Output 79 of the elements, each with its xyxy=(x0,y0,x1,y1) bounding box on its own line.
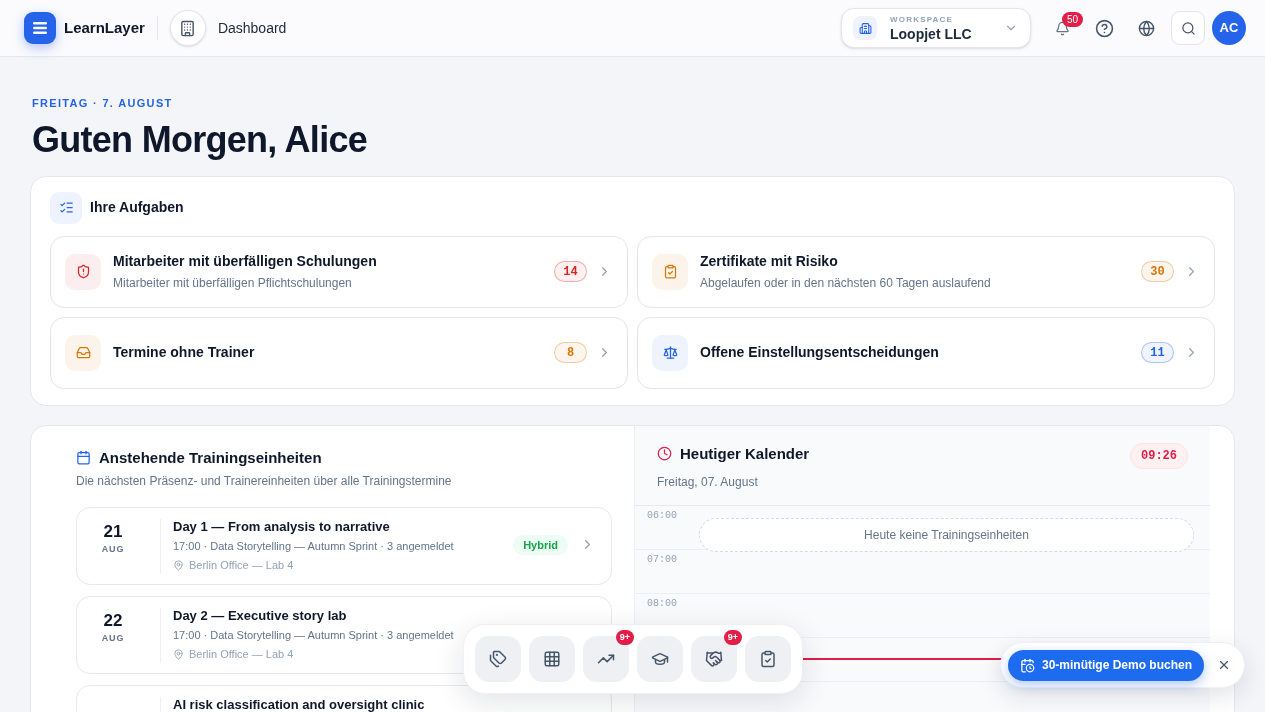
session-meta: 17:00 · Data Storytelling — Autumn Sprint · 3 angemeldet xyxy=(173,627,455,643)
task-title: Zertifikate mit Risiko xyxy=(700,252,839,271)
section-title: Anstehende Trainingseinheiten xyxy=(99,447,322,468)
shield-icon xyxy=(75,264,91,279)
session-item[interactable]: AI risk classification and oversight clinic xyxy=(76,684,612,712)
clipboard-icon xyxy=(662,264,678,279)
dock-badge: 9+ xyxy=(615,630,634,645)
hour-label: 06:00 xyxy=(647,509,677,523)
current-time: 09:26 xyxy=(1130,442,1188,469)
clipboard-icon xyxy=(759,650,777,668)
task-subtitle: Abgelaufen oder in den nächsten 60 Tagen auslaufend xyxy=(700,275,992,292)
book-demo-button[interactable]: 30-minütige Demo buchen xyxy=(1007,649,1204,681)
greeting-heading: Guten Morgen, Alice xyxy=(32,117,369,162)
checklist-icon xyxy=(50,191,82,224)
task-title: Termine ohne Trainer xyxy=(113,343,256,362)
session-day: 22 xyxy=(103,609,123,632)
session-month: AUG xyxy=(101,631,125,645)
graduation-cap-icon xyxy=(651,650,669,668)
session-month: AUG xyxy=(101,542,125,556)
location-pin-icon xyxy=(173,648,184,660)
inbox-icon xyxy=(75,345,91,360)
user-avatar[interactable]: AC xyxy=(1212,11,1246,45)
workspace-label: WORKSPACE xyxy=(890,15,955,24)
handshake-icon xyxy=(705,650,723,668)
globe-icon xyxy=(1137,19,1155,37)
section-title: Ihre Aufgaben xyxy=(90,198,184,217)
workspace-name: Loopjet LLC xyxy=(890,26,973,41)
calendar-clock-icon xyxy=(1019,657,1035,673)
notification-count: 50 xyxy=(1061,12,1083,27)
task-count: 14 xyxy=(554,261,587,282)
hour-label: 07:00 xyxy=(647,553,677,567)
section-subtitle: Die nächsten Präsenz- und Trainereinheiten über alle Trainingstermine xyxy=(76,472,453,489)
task-count: 30 xyxy=(1141,261,1174,282)
dock-button[interactable] xyxy=(691,636,737,682)
grid-icon xyxy=(543,650,561,668)
workspace-switcher[interactable]: WORKSPACE Loopjet LLC xyxy=(841,8,1031,48)
session-title: AI risk classification and oversight clinic xyxy=(173,696,426,712)
dock-badge: 9+ xyxy=(723,630,742,645)
task-title: Mitarbeiter mit überfälligen Schulungen xyxy=(113,252,378,271)
search-button[interactable] xyxy=(1171,11,1205,45)
task-count: 8 xyxy=(554,342,587,363)
task-item[interactable]: Termine ohne Trainer 8 xyxy=(50,316,628,389)
scale-icon xyxy=(662,345,678,360)
clock-icon xyxy=(657,446,672,462)
task-item[interactable]: Offene Einstellungsentscheidungen 11 xyxy=(637,316,1215,389)
session-title: Day 1 — From analysis to narrative xyxy=(173,518,391,535)
calendar-icon xyxy=(76,450,91,465)
building-icon[interactable] xyxy=(169,10,206,46)
search-icon xyxy=(1180,20,1196,36)
help-icon xyxy=(1094,18,1114,38)
dock-button[interactable] xyxy=(637,636,683,682)
session-day: 21 xyxy=(103,520,123,543)
session-title: Day 2 — Executive story lab xyxy=(173,607,348,624)
task-item[interactable]: Zertifikate mit Risiko Abgelaufen oder in den nächsten 60 Tagen auslaufend 30 xyxy=(637,235,1215,308)
building-icon xyxy=(853,16,877,40)
hour-label: 08:00 xyxy=(647,597,677,611)
session-location: Berlin Office — Lab 4 xyxy=(189,558,294,573)
dock-button[interactable] xyxy=(475,636,521,682)
dock-button[interactable] xyxy=(529,636,575,682)
close-icon xyxy=(1217,658,1231,672)
page-title: Dashboard xyxy=(217,18,287,38)
session-item[interactable]: 21 AUG Day 1 — From analysis to narrative 17:00 · Data Storytelling — Autumn Sprint · 3 angemeldet Berlin Office — Lab 4 Hybrid xyxy=(76,506,612,585)
tags-icon xyxy=(489,650,507,668)
dock-button[interactable] xyxy=(583,636,629,682)
logo-icon[interactable] xyxy=(24,12,56,44)
calendar-date: Freitag, 07. August xyxy=(657,474,759,491)
session-tag: Hybrid xyxy=(513,534,568,555)
session-meta: 17:00 · Data Storytelling — Autumn Sprint · 3 angemeldet xyxy=(173,538,455,554)
session-location: Berlin Office — Lab 4 xyxy=(189,647,294,662)
dock-button[interactable] xyxy=(745,636,791,682)
task-title: Offene Einstellungsentscheidungen xyxy=(700,343,940,362)
empty-state: Heute keine Trainingseinheiten xyxy=(699,518,1194,552)
location-pin-icon xyxy=(173,559,184,571)
calendar-title: Heutiger Kalender xyxy=(680,443,810,464)
task-item[interactable]: Mitarbeiter mit überfälligen Schulungen Mitarbeiter mit überfälligen Pflichtschulungen 14 xyxy=(50,235,628,308)
date-label: FREITAG · 7. AUGUST xyxy=(32,96,174,111)
brand-name: LearnLayer xyxy=(64,17,145,38)
task-count: 11 xyxy=(1141,342,1174,363)
task-subtitle: Mitarbeiter mit überfälligen Pflichtschulungen xyxy=(113,275,353,292)
